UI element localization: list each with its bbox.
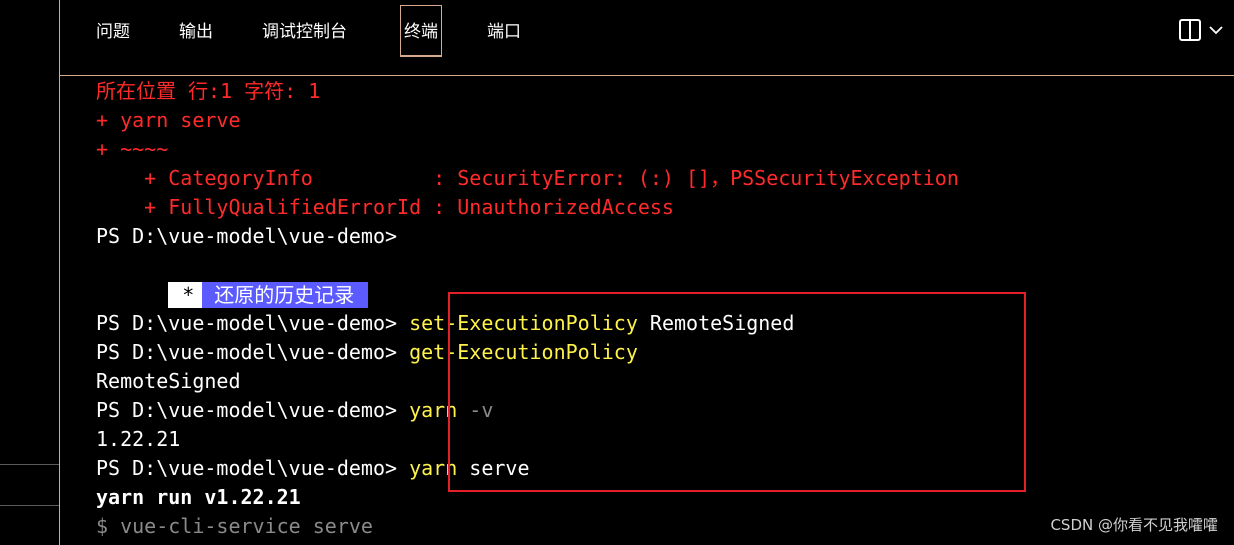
prompt: PS D:\vue-model\vue-demo>	[96, 398, 398, 422]
watermark: CSDN @你看不见我嚯嚯	[1050, 516, 1218, 534]
tab-debug-console[interactable]: 调试控制台	[262, 18, 347, 46]
divider	[0, 505, 59, 506]
tab-problems[interactable]: 问题	[96, 18, 130, 46]
split-layout-icon[interactable]	[1178, 18, 1202, 42]
side-panel	[0, 0, 60, 545]
restored-history-line: * 还原的历史记录	[96, 251, 1226, 308]
restored-history-banner: * 还原的历史记录	[168, 282, 369, 308]
tab-output[interactable]: 输出	[179, 18, 213, 46]
restore-text: 还原的历史记录	[202, 282, 369, 308]
error-tilde-line: + ~~~~	[96, 137, 169, 161]
chevron-down-icon[interactable]	[1208, 22, 1224, 38]
terminal-panel: 问题 输出 调试控制台 终端 端口 所在位置 行:1 字符: 1 + yarn …	[60, 0, 1234, 545]
fully-qualified-error-line: + FullyQualifiedErrorId : UnauthorizedAc…	[96, 195, 674, 219]
restore-star: *	[168, 282, 203, 308]
red-highlight-box	[448, 292, 1026, 492]
terminal-output[interactable]: 所在位置 行:1 字符: 1 + yarn serve + ~~~~ + Cat…	[96, 77, 1226, 541]
tab-terminal[interactable]: 终端	[400, 5, 442, 57]
tab-ports[interactable]: 端口	[487, 18, 521, 46]
prompt: PS D:\vue-model\vue-demo>	[96, 456, 398, 480]
prompt: PS D:\vue-model\vue-demo>	[96, 311, 398, 335]
category-info-line: + CategoryInfo : SecurityError: (:) []，P…	[96, 166, 959, 190]
prompt: PS D:\vue-model\vue-demo>	[96, 340, 398, 364]
error-location-line: 所在位置 行:1 字符: 1	[96, 79, 321, 103]
error-command-line: + yarn serve	[96, 108, 241, 132]
prompt-line: PS D:\vue-model\vue-demo>	[96, 224, 398, 248]
panel-tabbar: 问题 输出 调试控制台 终端 端口	[60, 0, 1234, 76]
divider	[0, 464, 59, 465]
